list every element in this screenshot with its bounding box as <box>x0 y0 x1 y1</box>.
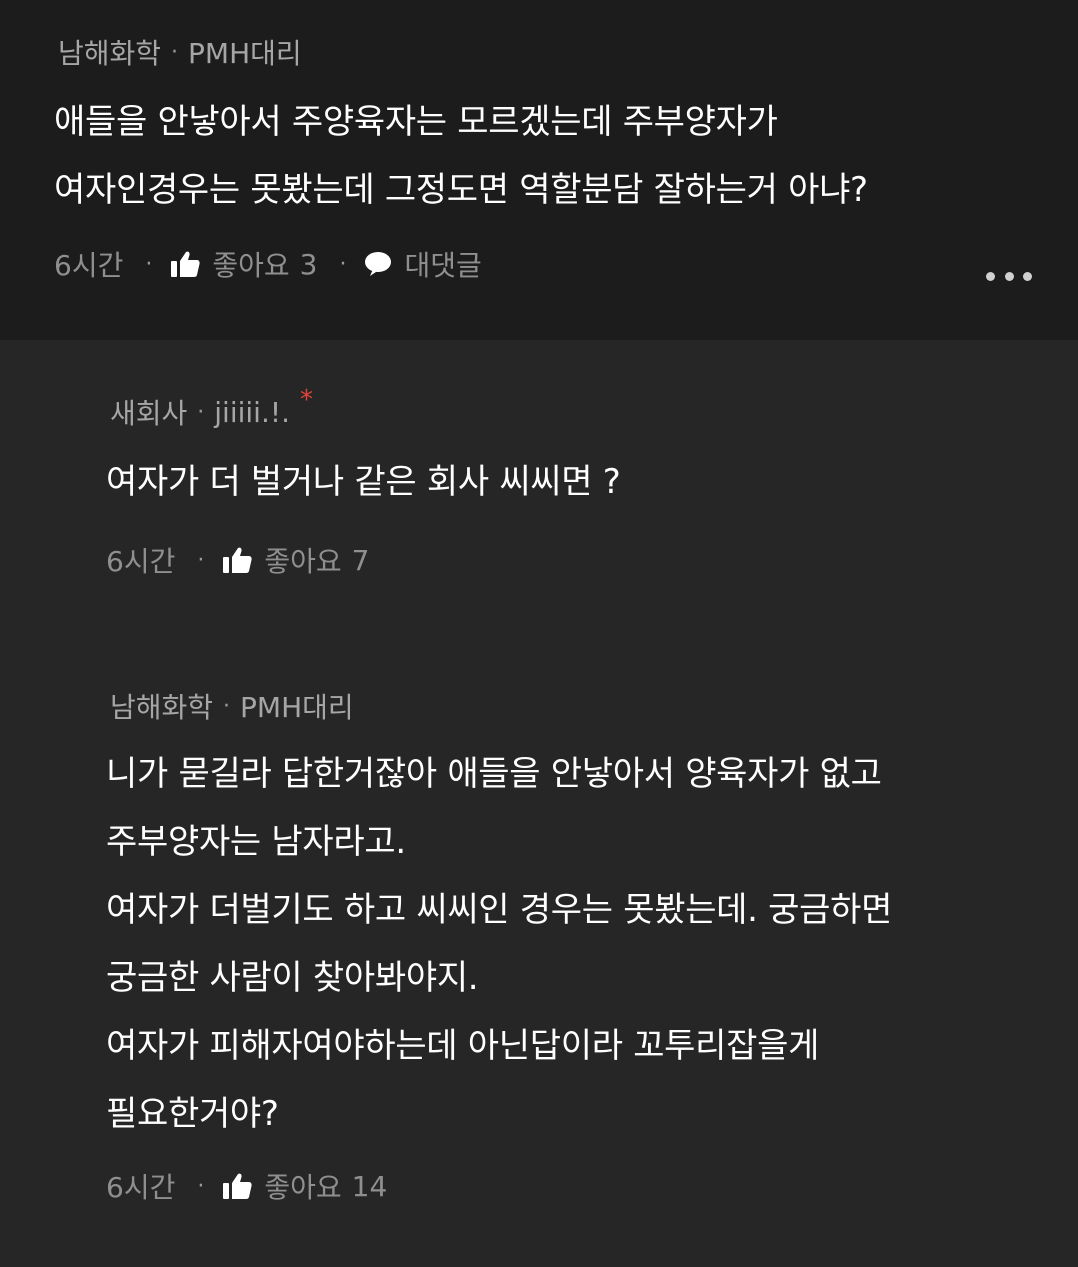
separator-dot: · <box>339 251 347 277</box>
comment-text: 애들을 안낳아서 주양육자는 모르겠는데 주부양자가 여자인경우는 못봤는데 그… <box>54 102 868 210</box>
reply-time: 6시간 <box>106 545 176 578</box>
author-company: 남해화학 <box>58 37 162 70</box>
separator-dot: · <box>197 547 205 573</box>
thumbs-up-icon <box>222 546 252 574</box>
comment-time: 6시간 <box>54 249 124 282</box>
like-count: 14 <box>351 1169 388 1203</box>
reply-actions: 6시간 · 좋아요 7 <box>106 540 369 580</box>
thumbs-up-icon <box>170 250 200 278</box>
reply-list: 새회사 · jiiiii.!. * 여자가 더 벌거나 같은 회사 씨씨면 ? … <box>0 340 1078 1267</box>
like-count: 3 <box>299 247 318 281</box>
author-mark: * <box>299 385 313 415</box>
separator-dot: · <box>171 39 179 65</box>
top-comment: 남해화학 · PMH대리 애들을 안낳아서 주양육자는 모르겠는데 주부양자가 … <box>0 0 1078 340</box>
more-dots-icon[interactable] <box>986 266 1032 286</box>
like-count: 7 <box>351 543 370 577</box>
reply-text: 여자가 더 벌거나 같은 회사 씨씨면 ? <box>106 462 621 502</box>
separator-dot: · <box>223 693 231 719</box>
like-label: 좋아요 <box>264 1171 342 1204</box>
reply-author[interactable]: 새회사 · jiiiii.!. * <box>110 385 313 432</box>
like-button[interactable]: 좋아요 3 <box>170 244 317 284</box>
like-button[interactable]: 좋아요 14 <box>222 1166 387 1206</box>
thumbs-up-icon <box>222 1172 252 1200</box>
comment-actions: 6시간 · 좋아요 3 · 대댓글 <box>54 244 482 284</box>
like-label: 좋아요 <box>264 545 342 578</box>
reply-label: 대댓글 <box>404 249 482 282</box>
author-company: 새회사 <box>110 397 188 430</box>
reply-author[interactable]: 남해화학 · PMH대리 <box>110 686 354 726</box>
like-button[interactable]: 좋아요 7 <box>222 540 369 580</box>
author-nickname: jiiiii.!. <box>214 395 290 429</box>
author-company: 남해화학 <box>110 691 214 724</box>
speech-bubble-icon <box>364 251 392 277</box>
separator-dot: · <box>145 251 153 277</box>
reply-actions: 6시간 · 좋아요 14 <box>106 1166 387 1206</box>
separator-dot: · <box>197 399 205 425</box>
comment-author[interactable]: 남해화학 · PMH대리 <box>58 32 302 72</box>
author-nickname: PMH대리 <box>240 691 354 724</box>
separator-dot: · <box>197 1173 205 1199</box>
reply-text: 니가 묻길라 답한거잖아 애들을 안낳아서 양육자가 없고 주부양자는 남자라고… <box>106 754 893 1134</box>
author-nickname: PMH대리 <box>188 37 302 70</box>
like-label: 좋아요 <box>212 249 290 282</box>
reply-button[interactable]: 대댓글 <box>364 244 482 284</box>
reply-time: 6시간 <box>106 1171 176 1204</box>
